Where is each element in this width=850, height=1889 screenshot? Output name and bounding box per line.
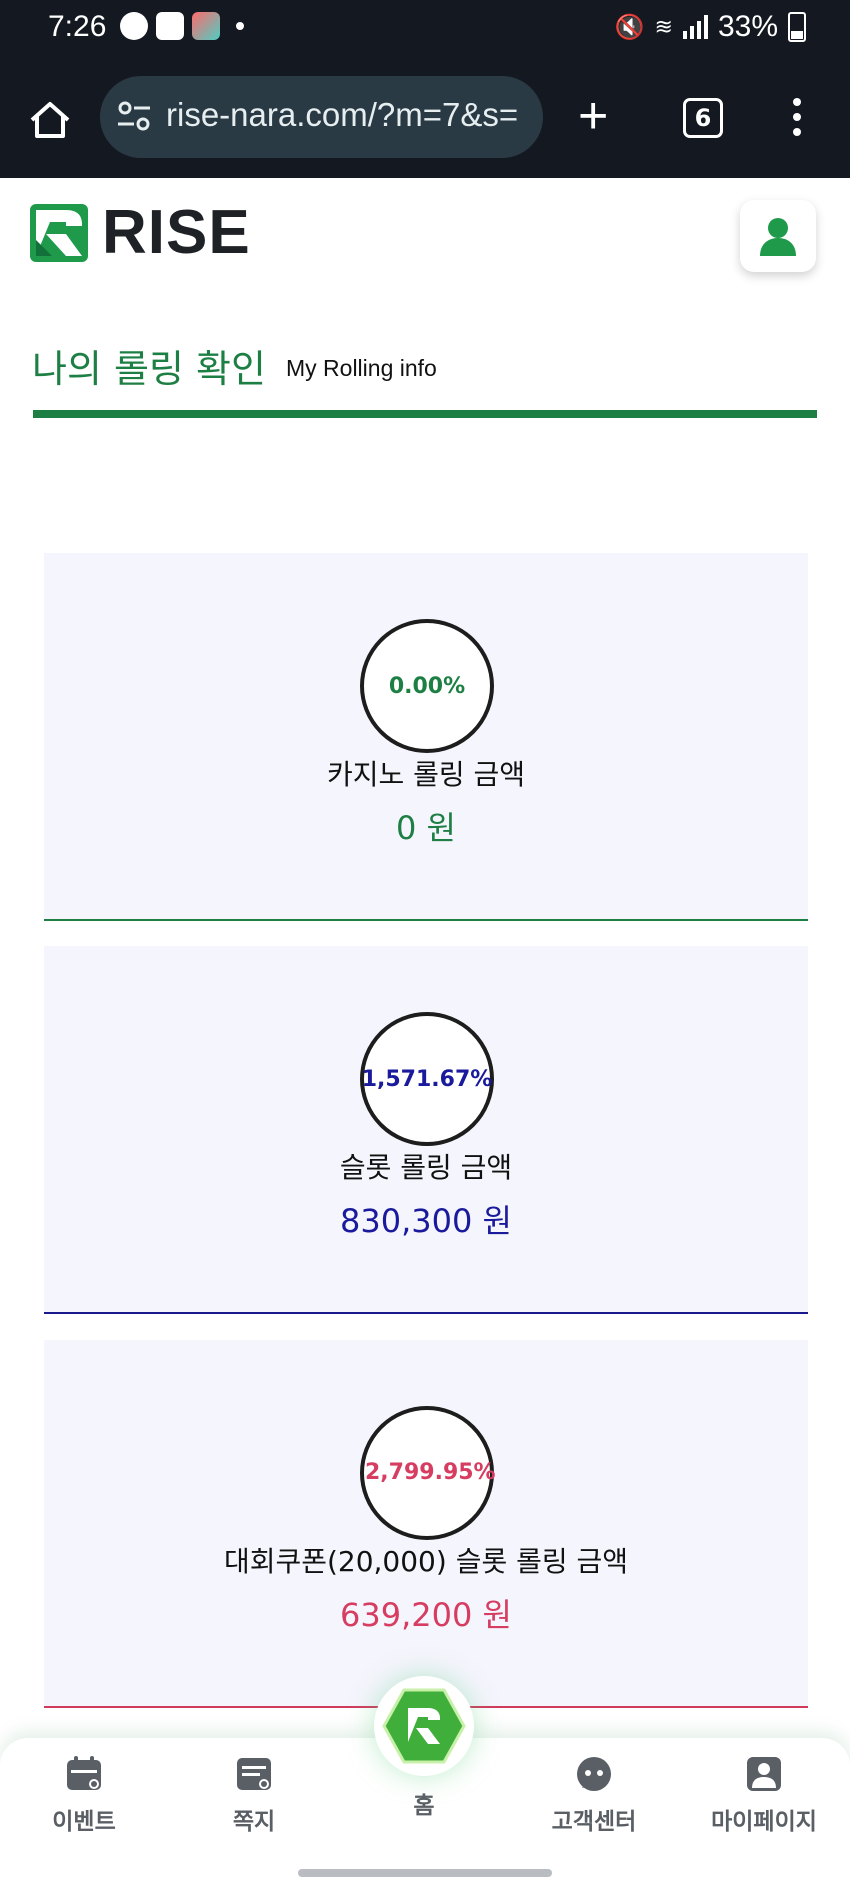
- nav-events[interactable]: 이벤트: [14, 1754, 154, 1836]
- status-bar: 7:26 🔇 ≋ 33%: [0, 0, 850, 60]
- talk-icon: [120, 12, 148, 40]
- nav-label: 이벤트: [52, 1809, 116, 1835]
- nav-notes[interactable]: 쪽지: [184, 1754, 324, 1836]
- browser-home-icon[interactable]: [28, 98, 72, 142]
- casino-rolling-card: 0.00% 카지노 롤링 금액 0 원: [44, 553, 808, 921]
- nav-label: 고객센터: [551, 1809, 637, 1835]
- game-app-icon: [192, 12, 220, 40]
- rolling-percent-circle: 1,571.67%: [360, 1012, 494, 1146]
- rolling-amount: 0 원: [396, 809, 456, 847]
- user-icon: [747, 1757, 781, 1791]
- nav-customer-center[interactable]: 고객센터: [524, 1754, 664, 1836]
- mute-icon: 🔇: [614, 13, 645, 41]
- address-bar[interactable]: rise-nara.com/?m=7&s=: [100, 76, 543, 158]
- rolling-percent: 0.00%: [388, 673, 466, 699]
- chat-bubble-icon: [577, 1757, 611, 1791]
- slot-rolling-card: 1,571.67% 슬롯 롤링 금액 830,300 원: [44, 946, 808, 1314]
- site-settings-icon[interactable]: [116, 98, 152, 134]
- rolling-percent: 2,799.95%: [365, 1460, 496, 1485]
- user-icon: [760, 218, 796, 256]
- rolling-amount: 830,300 원: [340, 1202, 512, 1240]
- rise-logo-mark-icon: [30, 204, 88, 262]
- browser-toolbar: rise-nara.com/?m=7&s= + 6: [0, 60, 850, 178]
- system-status: 🔇 ≋ 33%: [615, 10, 806, 44]
- rolling-percent-circle: 2,799.95%: [360, 1406, 496, 1540]
- rolling-label: 슬롯 롤링 금액: [339, 1151, 513, 1184]
- rise-logo[interactable]: RISE: [30, 198, 251, 267]
- home-logo-icon: [382, 1688, 466, 1764]
- wifi-icon: ≋: [654, 14, 673, 39]
- nav-label: 마이페이지: [711, 1809, 817, 1835]
- rolling-percent: 1,571.67%: [361, 1066, 493, 1092]
- site-header: RISE: [0, 178, 850, 288]
- page-subtitle: My Rolling info: [286, 355, 437, 381]
- signal-icon: [682, 15, 708, 39]
- nav-home[interactable]: 홈: [354, 1786, 494, 1820]
- battery-icon: [788, 12, 806, 42]
- rolling-amount: 639,200 원: [340, 1596, 512, 1634]
- browser-menu-icon[interactable]: [792, 98, 802, 142]
- notification-icons: [120, 12, 244, 40]
- new-tab-icon[interactable]: +: [578, 90, 608, 142]
- image-icon: [156, 12, 184, 40]
- rolling-label: 대회쿠폰(20,000) 슬롯 롤링 금액: [223, 1545, 629, 1578]
- gesture-handle[interactable]: [298, 1869, 552, 1877]
- calendar-icon: [67, 1756, 101, 1790]
- rolling-percent-circle: 0.00%: [360, 619, 494, 753]
- page-title: 나의 롤링 확인: [32, 347, 266, 391]
- logo-text: RISE: [102, 198, 251, 267]
- more-notifications-dot-icon: [236, 22, 244, 30]
- url-text[interactable]: rise-nara.com/?m=7&s=: [166, 96, 536, 134]
- nav-label: 쪽지: [232, 1809, 276, 1835]
- battery-percent: 33%: [717, 10, 778, 43]
- profile-button[interactable]: [740, 200, 816, 272]
- status-time: 7:26: [48, 10, 107, 43]
- rolling-label: 카지노 롤링 금액: [326, 758, 526, 791]
- tab-switcher-button[interactable]: 6: [683, 98, 723, 138]
- note-icon: [237, 1758, 271, 1790]
- tournament-coupon-rolling-card: 2,799.95% 대회쿠폰(20,000) 슬롯 롤링 금액 639,200 …: [44, 1340, 808, 1708]
- nav-my-page[interactable]: 마이페이지: [694, 1754, 834, 1836]
- nav-label: 홈: [413, 1793, 435, 1819]
- title-divider: [33, 410, 817, 418]
- home-button[interactable]: [374, 1676, 474, 1776]
